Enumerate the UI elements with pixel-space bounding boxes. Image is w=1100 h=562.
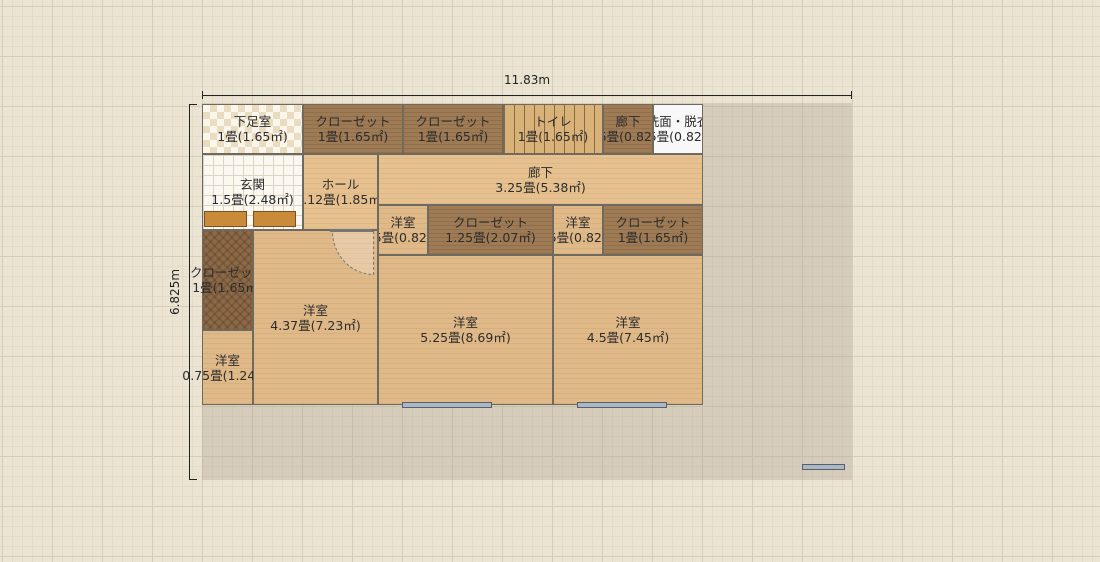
room-name: 洋室 xyxy=(565,215,591,230)
room-size: 4.37畳(7.23㎡) xyxy=(270,317,361,333)
room-size: 1畳(1.65㎡) xyxy=(217,129,288,144)
room-name: クローゼット xyxy=(452,215,528,230)
width-dimension-line xyxy=(202,95,852,96)
room-name: 洋室 xyxy=(214,352,240,368)
room-name: クローゼット xyxy=(315,114,391,129)
room-size: 3.25畳(5.38㎡) xyxy=(495,179,586,195)
room-size: 1畳(1.65㎡) xyxy=(617,230,689,245)
room-western-d[interactable]: 洋室 0.75畳(1.24㎡) xyxy=(182,330,273,405)
room-geta[interactable]: 下足室 1畳(1.65㎡) xyxy=(202,104,303,154)
room-hall[interactable]: ホール 1.12畳(1.85㎡) xyxy=(303,154,378,230)
room-size: 0.5畳(0.82㎡) xyxy=(379,230,427,245)
height-dimension-tick-top xyxy=(189,104,197,105)
room-name: 洗面・脱衣 xyxy=(654,114,702,129)
height-dimension-line xyxy=(189,104,190,480)
room-corridor[interactable]: 廊下 3.25畳(5.38㎡) xyxy=(378,154,703,205)
room-western-small-1[interactable]: 洋室 0.5畳(0.82㎡) xyxy=(378,205,428,255)
window-bottom-1 xyxy=(402,402,492,408)
room-closet-2[interactable]: クローゼット 1畳(1.65㎡) xyxy=(403,104,503,154)
room-name: トイレ xyxy=(534,114,572,129)
room-closet-1[interactable]: クローゼット 1畳(1.65㎡) xyxy=(303,104,403,154)
width-dimension-tick-right xyxy=(851,91,852,99)
room-name: 廊下 xyxy=(527,164,553,180)
height-dimension-label: 6.825m xyxy=(168,268,183,316)
room-size: 0.5畳(0.82㎡) xyxy=(654,129,702,144)
shoe-box-left xyxy=(204,211,247,227)
door-leaf xyxy=(330,229,372,232)
room-name: 下足室 xyxy=(233,114,272,129)
room-western-small-2[interactable]: 洋室 0.5畳(0.82㎡) xyxy=(553,205,603,255)
room-name: 洋室 xyxy=(615,315,641,330)
width-dimension-label: 11.83m xyxy=(504,73,551,87)
room-size: 1.5畳(2.48㎡) xyxy=(211,192,294,207)
room-size: 1畳(1.65㎡) xyxy=(417,129,489,144)
room-name: 洋室 xyxy=(452,315,478,330)
room-closet-3[interactable]: クローゼット 1.25畳(2.07㎡) xyxy=(428,205,553,255)
room-name: 玄関 xyxy=(239,177,265,192)
room-size: 0.5畳(0.82㎡) xyxy=(604,129,652,144)
room-name: クローゼット xyxy=(615,215,691,230)
room-western-b[interactable]: 洋室 5.25畳(8.69㎡) xyxy=(378,255,553,405)
shoe-box-right xyxy=(253,211,296,227)
room-western-c[interactable]: 洋室 4.5畳(7.45㎡) xyxy=(553,255,703,405)
width-dimension-tick-left xyxy=(202,91,203,99)
room-closet-4[interactable]: クローゼット 1畳(1.65㎡) xyxy=(603,205,703,255)
room-washroom[interactable]: 洗面・脱衣 0.5畳(0.82㎡) xyxy=(653,104,703,154)
room-name: ホール xyxy=(321,177,360,192)
room-size: 0.5畳(0.82㎡) xyxy=(554,230,602,245)
room-name: 洋室 xyxy=(390,215,416,230)
room-toilet[interactable]: トイレ 1畳(1.65㎡) xyxy=(503,104,603,154)
room-size: 1畳(1.65㎡) xyxy=(317,129,389,144)
room-name: 廊下 xyxy=(615,114,641,129)
room-size: 1畳(1.65㎡) xyxy=(517,129,589,144)
room-closet-left[interactable]: クローゼット 1畳(1.65㎡) xyxy=(190,230,265,330)
room-size: 4.5畳(7.45㎡) xyxy=(586,330,670,345)
window-bottom-2 xyxy=(577,402,667,408)
room-name: 洋室 xyxy=(302,302,328,318)
room-name: クローゼット xyxy=(415,114,491,129)
room-size: 5.25畳(8.69㎡) xyxy=(420,330,511,345)
height-dimension-tick-bottom xyxy=(189,479,197,480)
window-site xyxy=(802,464,845,470)
room-hall-small[interactable]: 廊下 0.5畳(0.82㎡) xyxy=(603,104,653,154)
room-size: 1.12畳(1.85㎡) xyxy=(303,192,377,207)
room-size: 1.25畳(2.07㎡) xyxy=(445,230,536,245)
